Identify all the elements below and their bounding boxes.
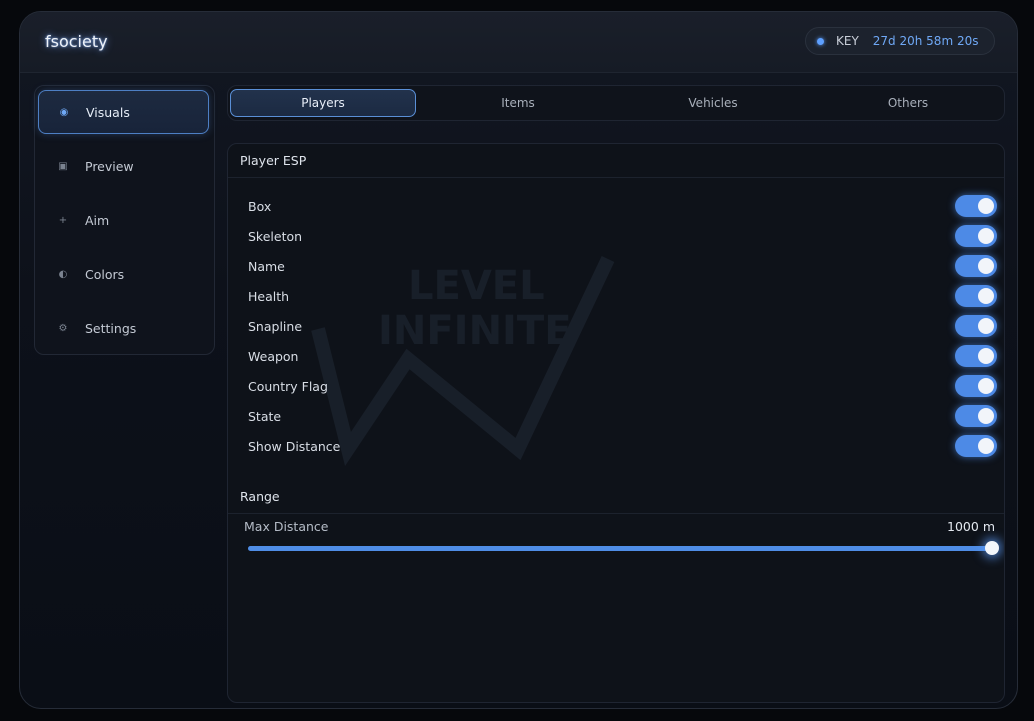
- esp-option-show-distance: Show Distance: [248, 431, 997, 461]
- option-label: Weapon: [248, 348, 299, 364]
- toggle-knob: [978, 438, 994, 454]
- slider-thumb[interactable]: [985, 541, 999, 555]
- health-toggle[interactable]: [955, 285, 997, 307]
- key-status-pill: KEY 27d 20h 58m 20s: [805, 27, 995, 55]
- country-flag-toggle[interactable]: [955, 375, 997, 397]
- tab-players[interactable]: Players: [230, 89, 416, 117]
- main-window: fsociety KEY 27d 20h 58m 20s ◉ Visuals ▣…: [19, 11, 1018, 709]
- name-toggle[interactable]: [955, 255, 997, 277]
- option-label: Country Flag: [248, 378, 328, 394]
- sidebar-item-label: Settings: [85, 320, 137, 336]
- tab-bar: Players Items Vehicles Others: [227, 85, 1005, 121]
- sidebar-item-visuals[interactable]: ◉ Visuals: [38, 90, 209, 134]
- sidebar-item-colors[interactable]: ◐ Colors: [38, 252, 209, 296]
- toggle-knob: [978, 318, 994, 334]
- esp-option-health: Health: [248, 281, 997, 311]
- state-toggle[interactable]: [955, 405, 997, 427]
- esp-option-box: Box: [248, 191, 997, 221]
- settings-panel: LEVEL INFINITE Player ESP Box Skeleton N…: [227, 143, 1005, 703]
- toggle-knob: [978, 198, 994, 214]
- app-title: fsociety: [45, 32, 108, 51]
- key-time-remaining: 27d 20h 58m 20s: [872, 34, 979, 48]
- esp-option-snapline: Snapline: [248, 311, 997, 341]
- sidebar: ◉ Visuals ▣ Preview + Aim ◐ Colors ⚙ Set…: [34, 85, 215, 355]
- toggle-knob: [978, 288, 994, 304]
- square-icon: ▣: [58, 160, 68, 172]
- toggle-knob: [978, 378, 994, 394]
- toggle-knob: [978, 408, 994, 424]
- player-esp-header: Player ESP: [228, 144, 1004, 178]
- toggle-knob: [978, 258, 994, 274]
- tab-others[interactable]: Others: [815, 89, 1001, 117]
- esp-option-country-flag: Country Flag: [248, 371, 997, 401]
- half-circle-icon: ◐: [58, 268, 68, 280]
- option-label: Snapline: [248, 318, 303, 334]
- sidebar-item-label: Colors: [85, 266, 125, 282]
- toggle-knob: [978, 348, 994, 364]
- option-label: Health: [248, 288, 290, 304]
- toggle-knob: [978, 228, 994, 244]
- esp-option-state: State: [248, 401, 997, 431]
- radio-dot-icon: ◉: [59, 106, 69, 118]
- esp-option-skeleton: Skeleton: [248, 221, 997, 251]
- sidebar-item-preview[interactable]: ▣ Preview: [38, 144, 209, 188]
- sidebar-item-aim[interactable]: + Aim: [38, 198, 209, 242]
- status-dot-icon: [817, 37, 824, 45]
- sidebar-item-label: Preview: [85, 158, 134, 174]
- option-label: State: [248, 408, 282, 424]
- snapline-toggle[interactable]: [955, 315, 997, 337]
- tab-items[interactable]: Items: [425, 89, 611, 117]
- sidebar-item-settings[interactable]: ⚙ Settings: [38, 306, 209, 350]
- esp-option-weapon: Weapon: [248, 341, 997, 371]
- option-label: Skeleton: [248, 228, 303, 244]
- sidebar-item-label: Aim: [85, 212, 110, 228]
- slider-fill: [248, 546, 992, 551]
- option-label: Show Distance: [248, 438, 341, 454]
- skeleton-toggle[interactable]: [955, 225, 997, 247]
- title-bar: fsociety KEY 27d 20h 58m 20s: [20, 12, 1017, 73]
- max-distance-label: Max Distance: [244, 519, 329, 534]
- key-label: KEY: [836, 34, 859, 48]
- box-toggle[interactable]: [955, 195, 997, 217]
- option-label: Box: [248, 198, 272, 214]
- tab-vehicles[interactable]: Vehicles: [620, 89, 806, 117]
- show-distance-toggle[interactable]: [955, 435, 997, 457]
- max-distance-value: 1000 m: [947, 519, 995, 534]
- gear-icon: ⚙: [58, 322, 68, 334]
- range-header: Range: [228, 480, 1004, 514]
- max-distance-slider[interactable]: [248, 541, 999, 555]
- sidebar-item-label: Visuals: [86, 104, 130, 120]
- weapon-toggle[interactable]: [955, 345, 997, 367]
- crosshair-icon: +: [58, 214, 68, 226]
- option-label: Name: [248, 258, 285, 274]
- esp-option-name: Name: [248, 251, 997, 281]
